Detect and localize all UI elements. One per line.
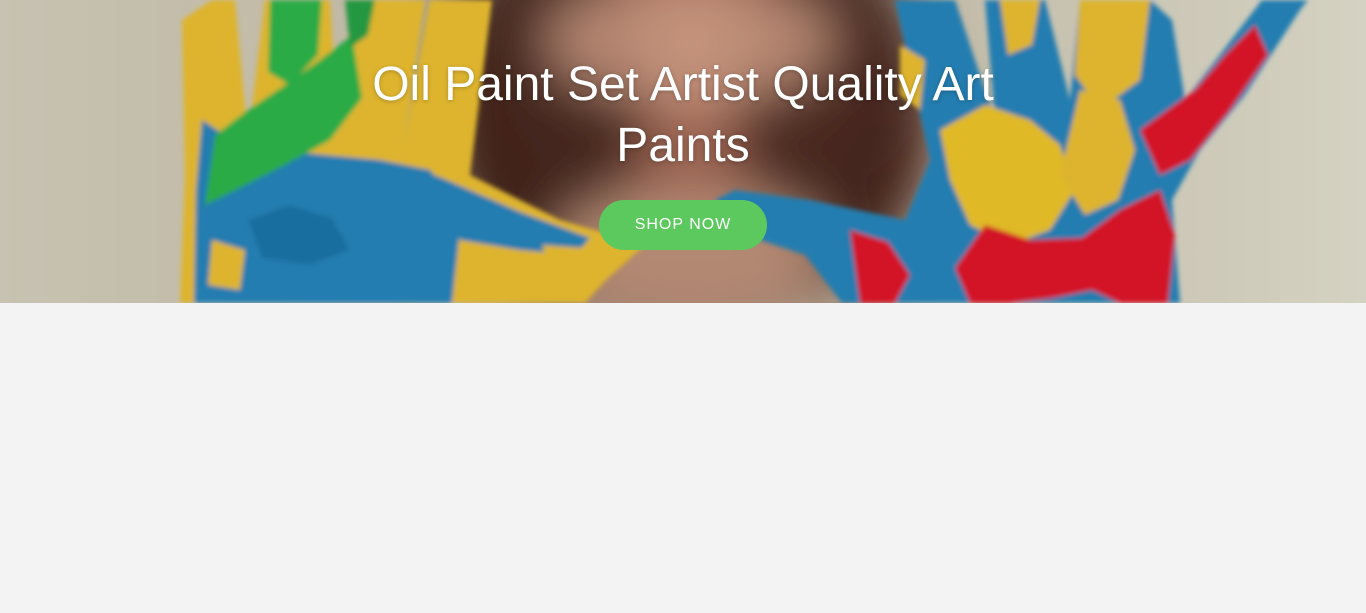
hero-banner: Oil Paint Set Artist Quality Art Paints … xyxy=(0,0,1366,303)
hero-content: Oil Paint Set Artist Quality Art Paints … xyxy=(0,54,1366,250)
main-content-area xyxy=(0,303,1366,613)
hero-title: Oil Paint Set Artist Quality Art Paints xyxy=(372,58,994,172)
page: Oil Paint Set Artist Quality Art Paints … xyxy=(0,0,1366,613)
shop-now-button[interactable]: SHOP NOW xyxy=(599,200,767,250)
